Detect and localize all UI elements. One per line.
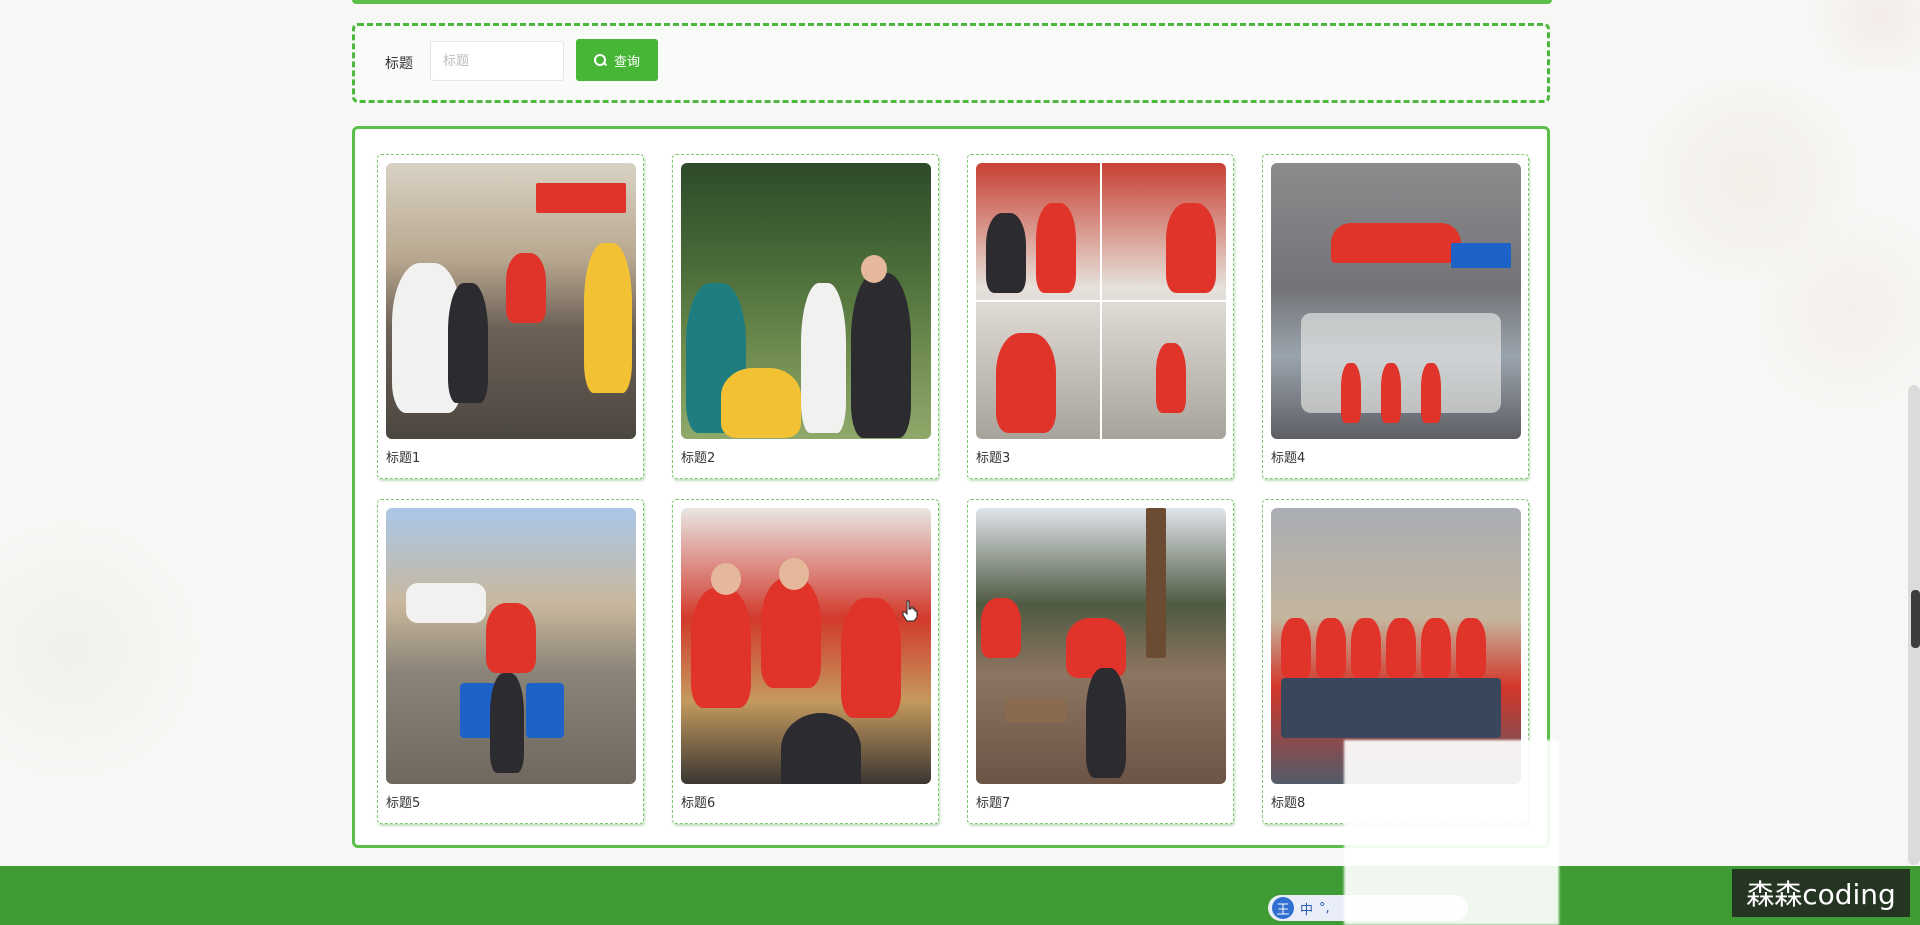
gallery-card[interactable]: 标题5 xyxy=(377,499,644,824)
gallery-card[interactable]: 标题4 xyxy=(1262,154,1529,479)
card-photo xyxy=(681,508,931,784)
search-panel: 标题 查询 xyxy=(352,23,1550,103)
card-photo xyxy=(976,163,1226,439)
card-photo xyxy=(386,508,636,784)
gallery-card[interactable]: 标题7 xyxy=(967,499,1234,824)
ime-mode[interactable]: 中 xyxy=(1300,899,1313,918)
card-photo xyxy=(976,508,1226,784)
gallery-card[interactable]: 标题1 xyxy=(377,154,644,479)
card-title: 标题5 xyxy=(386,796,421,811)
card-title: 标题1 xyxy=(386,451,421,466)
card-photo xyxy=(1271,163,1521,439)
search-label: 标题 xyxy=(385,56,413,72)
watermark: 森森coding xyxy=(1732,869,1910,917)
background-decoration xyxy=(1760,200,1920,420)
ime-punctuation[interactable]: °, xyxy=(1319,901,1330,916)
background-decoration xyxy=(1800,0,1920,70)
gallery-grid: 标题1 标题2 标题3 标题4 标题5 标题6 标题7 标题8 xyxy=(377,154,1529,824)
background-decoration xyxy=(0,520,200,780)
page-footer xyxy=(0,866,1920,925)
card-title: 标题7 xyxy=(976,796,1011,811)
ime-logo-icon: 王 xyxy=(1272,897,1294,919)
search-button[interactable]: 查询 xyxy=(576,39,658,81)
card-title: 标题3 xyxy=(976,451,1011,466)
gallery-card[interactable]: 标题2 xyxy=(672,154,939,479)
scrollbar-handle[interactable] xyxy=(1911,590,1920,648)
search-button-label: 查询 xyxy=(613,54,640,70)
card-title: 标题2 xyxy=(681,451,716,466)
gallery-card[interactable]: 标题3 xyxy=(967,154,1234,479)
gallery-card[interactable]: 标题6 xyxy=(672,499,939,824)
card-title: 标题4 xyxy=(1271,451,1306,466)
title-search-input[interactable] xyxy=(430,41,564,81)
card-title: 标题6 xyxy=(681,796,716,811)
card-photo xyxy=(386,163,636,439)
hand-pointer-icon xyxy=(902,600,918,622)
search-icon xyxy=(593,54,606,66)
blurred-overlay xyxy=(1344,740,1559,925)
previous-section-border xyxy=(352,0,1552,4)
card-photo xyxy=(681,163,931,439)
